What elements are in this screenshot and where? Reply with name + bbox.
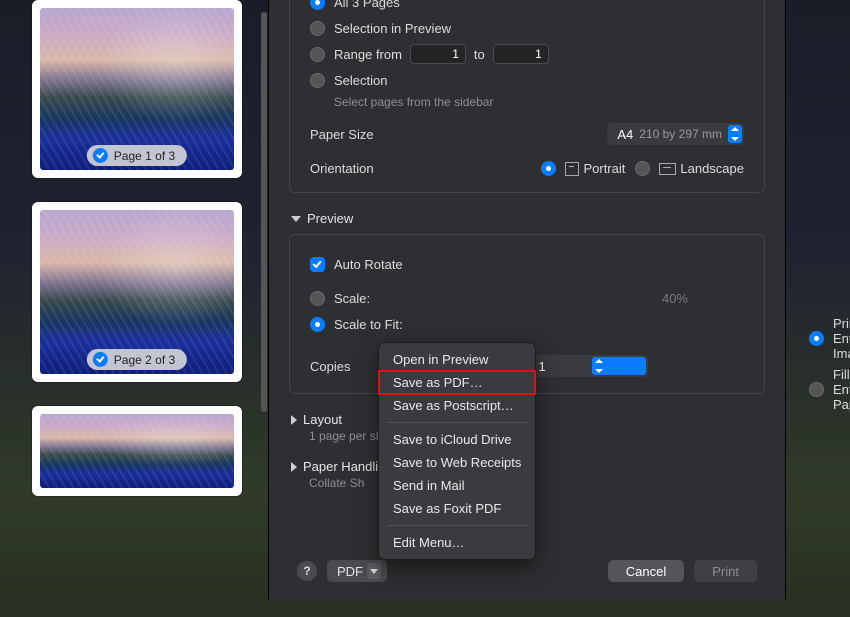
portrait-label: Portrait — [583, 161, 625, 176]
print-entire-image[interactable]: Print Entire Image — [809, 316, 850, 361]
layout-disclosure[interactable]: Layout — [291, 412, 785, 427]
chevron-right-icon — [291, 462, 297, 472]
page-label: Page 2 of 3 — [114, 353, 175, 367]
paper-size-picker[interactable]: A4 210 by 297 mm — [607, 123, 744, 145]
check-icon — [93, 148, 108, 163]
page-thumb[interactable] — [32, 406, 242, 496]
menu-edit-menu[interactable]: Edit Menu… — [379, 531, 535, 554]
fill-entire-paper[interactable]: Fill Entire Paper — [809, 367, 850, 412]
radio-icon — [541, 161, 556, 176]
menu-send-in-mail[interactable]: Send in Mail — [379, 474, 535, 497]
stepper-icon — [728, 125, 742, 143]
scale-to-fit-label: Scale to Fit: — [334, 317, 403, 332]
page-thumb[interactable]: Page 1 of 3 — [32, 0, 242, 178]
scrollbar-thumb[interactable] — [261, 12, 267, 412]
pdf-menu-button[interactable]: PDF — [327, 560, 387, 582]
menu-save-icloud[interactable]: Save to iCloud Drive — [379, 428, 535, 451]
page-thumb-image — [40, 414, 234, 488]
preview-disclosure[interactable]: Preview — [291, 211, 785, 226]
page-badge: Page 1 of 3 — [87, 145, 187, 166]
radio-icon — [310, 0, 325, 10]
paper-size-dim: 210 by 297 mm — [639, 127, 722, 141]
radio-icon — [310, 47, 325, 62]
selection-hint: Select pages from the sidebar — [334, 95, 744, 109]
chevron-down-icon — [367, 563, 381, 579]
scale-row[interactable]: Scale: 40% — [310, 287, 744, 309]
radio-icon — [310, 291, 325, 306]
radio-icon — [310, 21, 325, 36]
pages-selection-preview-row[interactable]: Selection in Preview — [310, 17, 744, 39]
pages-range-row[interactable]: Range from to — [310, 43, 744, 65]
range-end-input[interactable] — [493, 44, 549, 64]
range-from-label: Range from — [334, 47, 402, 62]
page-thumb[interactable]: Page 2 of 3 — [32, 202, 242, 382]
chevron-right-icon — [291, 415, 297, 425]
layout-header: Layout — [303, 412, 342, 427]
orientation-label: Orientation — [310, 161, 374, 176]
scale-to-fit-row[interactable]: Scale to Fit: — [310, 313, 744, 335]
landscape-label: Landscape — [680, 161, 744, 176]
radio-icon — [809, 331, 824, 346]
paper-size-label: Paper Size — [310, 127, 374, 142]
menu-separator — [387, 422, 527, 423]
menu-save-foxit[interactable]: Save as Foxit PDF — [379, 497, 535, 520]
orientation-portrait[interactable]: Portrait — [541, 161, 625, 176]
print-entire-label: Print Entire Image — [833, 316, 850, 361]
check-icon — [93, 352, 108, 367]
page-badge: Page 2 of 3 — [87, 349, 187, 370]
copies-input[interactable]: 1 — [528, 355, 648, 377]
copies-value: 1 — [538, 359, 592, 374]
orientation-landscape[interactable]: Landscape — [635, 161, 744, 176]
paper-size-value: A4 — [617, 127, 633, 142]
copies-label: Copies — [310, 359, 350, 374]
portrait-icon — [565, 162, 579, 176]
paper-handling-disclosure[interactable]: Paper Handling — [291, 459, 785, 474]
radio-icon — [310, 317, 325, 332]
menu-separator — [387, 525, 527, 526]
menu-save-web-receipts[interactable]: Save to Web Receipts — [379, 451, 535, 474]
radio-icon — [809, 382, 824, 397]
range-start-input[interactable] — [410, 44, 466, 64]
scale-label: Scale: — [334, 291, 370, 306]
selection-label: Selection — [334, 73, 387, 88]
pdf-label: PDF — [337, 564, 363, 579]
radio-icon — [635, 161, 650, 176]
range-to-label: to — [474, 47, 485, 62]
all-pages-label: All 3 Pages — [334, 0, 400, 10]
radio-icon — [310, 73, 325, 88]
landscape-icon — [659, 163, 676, 175]
menu-open-in-preview[interactable]: Open in Preview — [379, 348, 535, 371]
page-label: Page 1 of 3 — [114, 149, 175, 163]
auto-rotate-row[interactable]: Auto Rotate — [310, 253, 744, 275]
pages-all-row[interactable]: All 3 Pages — [310, 0, 744, 13]
menu-save-as-pdf[interactable]: Save as PDF… — [379, 371, 535, 394]
fill-entire-label: Fill Entire Paper — [833, 367, 850, 412]
selection-in-preview-label: Selection in Preview — [334, 21, 451, 36]
auto-rotate-label: Auto Rotate — [334, 257, 403, 272]
scale-value: 40% — [662, 291, 688, 306]
page-thumbnails-sidebar: Page 1 of 3 Page 2 of 3 — [32, 0, 242, 600]
menu-save-as-postscript[interactable]: Save as Postscript… — [379, 394, 535, 417]
pages-selection-row[interactable]: Selection — [310, 69, 744, 91]
checkbox-icon — [310, 257, 325, 272]
pdf-dropdown-menu: Open in Preview Save as PDF… Save as Pos… — [378, 342, 536, 560]
help-button[interactable]: ? — [297, 561, 317, 581]
stepper-icon — [592, 357, 646, 375]
chevron-down-icon — [291, 216, 301, 222]
print-button[interactable]: Print — [694, 560, 757, 582]
cancel-button[interactable]: Cancel — [608, 560, 684, 582]
preview-header: Preview — [307, 211, 353, 226]
